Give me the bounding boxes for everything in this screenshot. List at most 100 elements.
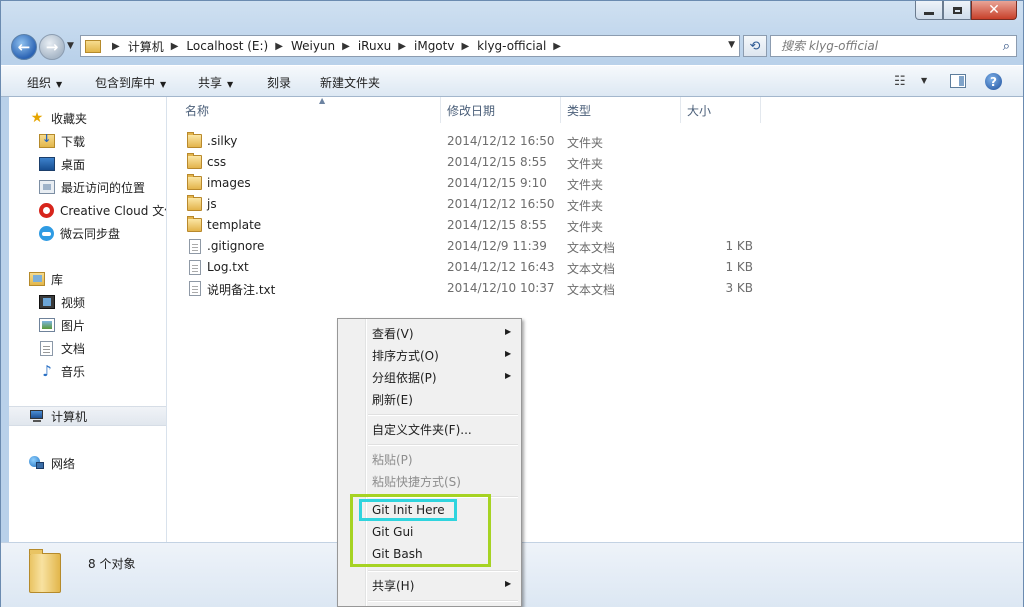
menu-item-git-bash[interactable]: Git Bash — [372, 547, 423, 561]
nav-item-music[interactable]: ♪ 音乐 — [39, 361, 85, 381]
file-row[interactable]: Log.txt 2014/12/12 16:43 文本文档 1 KB — [181, 257, 881, 278]
chevron-right-icon[interactable]: ▶ — [112, 41, 120, 52]
breadcrumb-item[interactable]: 计算机 — [128, 38, 164, 55]
menu-gutter — [365, 319, 367, 606]
column-header-date[interactable]: 修改日期 — [441, 97, 561, 123]
nav-item-documents[interactable]: 文档 — [39, 338, 85, 358]
menu-item-share[interactable]: 共享(H) — [372, 577, 414, 594]
nav-item-desktop[interactable]: 桌面 — [39, 154, 85, 174]
menu-separator — [368, 444, 518, 446]
chevron-right-icon[interactable]: ▶ — [398, 41, 406, 52]
folder-icon — [29, 549, 61, 593]
nav-item-recent-places[interactable]: 最近访问的位置 — [39, 177, 145, 197]
address-bar[interactable]: ▶ 计算机 ▶ Localhost (E:) ▶ Weiyun ▶ iRuxu … — [80, 35, 740, 57]
file-row[interactable]: .gitignore 2014/12/9 11:39 文本文档 1 KB — [181, 236, 881, 257]
file-name: css — [207, 155, 227, 169]
maximize-button[interactable] — [943, 1, 971, 20]
preview-pane-icon[interactable] — [950, 74, 966, 88]
column-header-type[interactable]: 类型 — [561, 97, 681, 123]
title-bar: ✕ — [1, 1, 1023, 31]
menu-item-git-gui[interactable]: Git Gui — [372, 525, 413, 539]
submenu-arrow-icon: ▶ — [505, 349, 512, 358]
recent-places-icon — [39, 180, 55, 194]
chevron-right-icon[interactable]: ▶ — [553, 41, 561, 52]
new-folder-button[interactable]: 新建文件夹 — [320, 74, 380, 91]
menu-item-customize-folder[interactable]: 自定义文件夹(F)... — [372, 421, 472, 438]
file-date: 2014/12/15 9:10 — [447, 176, 547, 190]
search-icon[interactable]: ⌕ — [1003, 39, 1010, 54]
chevron-right-icon[interactable]: ▶ — [171, 41, 179, 52]
nav-label: 微云同步盘 — [60, 226, 121, 241]
recent-pages-dropdown[interactable]: ▼ — [67, 41, 74, 51]
minimize-icon — [924, 11, 934, 15]
folder-icon — [187, 132, 202, 148]
nav-favorites[interactable]: ★ 收藏夹 — [29, 108, 87, 128]
sort-ascending-icon: ▲ — [319, 96, 326, 105]
back-button[interactable]: ← — [11, 34, 37, 60]
file-date: 2014/12/12 16:43 — [447, 260, 555, 274]
menu-item-group-by[interactable]: 分组依据(P) — [372, 369, 437, 386]
search-box[interactable]: ⌕ — [770, 35, 1017, 57]
close-button[interactable]: ✕ — [971, 1, 1017, 20]
view-dropdown[interactable]: ▼ — [921, 76, 927, 85]
file-type: 文件夹 — [567, 220, 604, 234]
breadcrumb-item[interactable]: klyg-official — [477, 39, 546, 53]
address-dropdown[interactable]: ▼ — [728, 40, 735, 50]
file-row[interactable]: js 2014/12/12 16:50 文件夹 — [181, 194, 881, 215]
nav-label: 音乐 — [61, 364, 86, 379]
nav-label: 网络 — [51, 456, 76, 471]
chevron-right-icon[interactable]: ▶ — [461, 41, 469, 52]
file-row[interactable]: 说明备注.txt 2014/12/10 10:37 文本文档 3 KB — [181, 278, 881, 299]
breadcrumb-item[interactable]: Weiyun — [291, 39, 335, 53]
nav-item-weiyun[interactable]: 微云同步盘 — [39, 223, 120, 243]
organize-menu[interactable]: 组织 ▼ — [27, 74, 62, 91]
burn-button[interactable]: 刻录 — [267, 74, 291, 91]
nav-item-pictures[interactable]: 图片 — [39, 315, 85, 335]
file-row[interactable]: css 2014/12/15 8:55 文件夹 — [181, 152, 881, 173]
file-type: 文件夹 — [567, 178, 604, 192]
menu-item-refresh[interactable]: 刷新(E) — [372, 391, 413, 408]
file-type: 文件夹 — [567, 136, 604, 150]
view-options-icon[interactable]: ☷ — [894, 74, 906, 89]
file-date: 2014/12/15 8:55 — [447, 218, 547, 232]
column-header-size[interactable]: 大小 — [681, 97, 761, 123]
minimize-button[interactable] — [915, 1, 943, 20]
computer-icon — [29, 409, 45, 423]
file-row[interactable]: images 2014/12/15 9:10 文件夹 — [181, 173, 881, 194]
share-menu[interactable]: 共享 ▼ — [198, 74, 233, 91]
file-row[interactable]: .silky 2014/12/12 16:50 文件夹 — [181, 131, 881, 152]
chevron-right-icon[interactable]: ▶ — [342, 41, 350, 52]
help-icon[interactable]: ? — [985, 73, 1002, 90]
forward-button[interactable]: → — [39, 34, 65, 60]
include-in-library-menu[interactable]: 包含到库中 ▼ — [95, 74, 166, 91]
nav-computer[interactable]: 计算机 — [9, 406, 166, 426]
nav-label: 计算机 — [51, 409, 88, 424]
nav-network[interactable]: 网络 — [29, 453, 75, 473]
command-bar: 组织 ▼ 包含到库中 ▼ 共享 ▼ 刻录 新建文件夹 ☷ ▼ ? — [1, 65, 1023, 97]
breadcrumb-item[interactable]: iRuxu — [358, 39, 391, 53]
burn-label: 刻录 — [267, 76, 292, 90]
menu-item-paste: 粘贴(P) — [372, 453, 413, 467]
nav-item-videos[interactable]: 视频 — [39, 292, 85, 312]
file-date: 2014/12/9 11:39 — [447, 239, 547, 253]
chevron-right-icon[interactable]: ▶ — [275, 41, 283, 52]
breadcrumb-item[interactable]: Localhost (E:) — [186, 39, 268, 53]
menu-item-view[interactable]: 查看(V) — [372, 325, 414, 342]
refresh-button[interactable]: ⟲ — [743, 35, 767, 57]
nav-libraries[interactable]: 库 — [29, 269, 63, 289]
file-type: 文本文档 — [567, 283, 616, 297]
file-row[interactable]: template 2014/12/15 8:55 文件夹 — [181, 215, 881, 236]
downloads-folder-icon — [39, 132, 55, 148]
search-input[interactable] — [779, 38, 993, 54]
column-label: 名称 — [185, 103, 210, 118]
column-header-name[interactable]: 名称 ▲ — [179, 96, 441, 123]
nav-item-creative-cloud[interactable]: Creative Cloud 文件 — [39, 200, 166, 220]
new-folder-label: 新建文件夹 — [320, 76, 381, 90]
menu-item-sort-by[interactable]: 排序方式(O) — [372, 347, 439, 364]
file-type: 文本文档 — [567, 241, 616, 255]
nav-item-downloads[interactable]: 下载 — [39, 131, 85, 151]
breadcrumb-item[interactable]: iMgotv — [414, 39, 454, 53]
file-name: template — [207, 218, 262, 232]
creative-cloud-icon — [39, 202, 54, 218]
menu-item-git-init-here[interactable]: Git Init Here — [372, 503, 445, 517]
